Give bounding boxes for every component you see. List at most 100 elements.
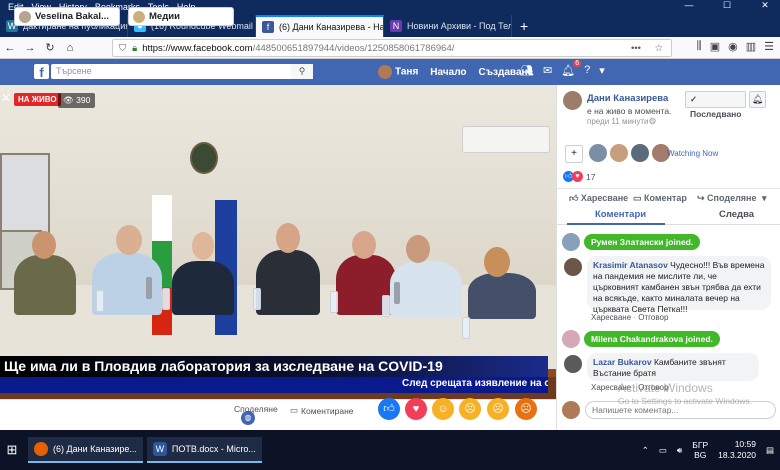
- library-icon[interactable]: ⫼: [697, 40, 702, 53]
- taskbar-word[interactable]: W ПОТВ.docx - Micro...: [146, 437, 262, 463]
- water-bottle: [253, 288, 261, 310]
- profile-link[interactable]: Таня: [378, 65, 418, 79]
- love-icon: ♥: [572, 171, 583, 182]
- news-ticker: След срещата изявление на с: [0, 377, 548, 393]
- watcher-avatar[interactable]: [589, 144, 607, 162]
- chat-chip-media[interactable]: Медии: [128, 7, 234, 26]
- close-video-icon[interactable]: ✕: [1, 91, 11, 105]
- windows-start-icon[interactable]: ⊞: [0, 442, 24, 458]
- comment-action[interactable]: ▭ Коментиране: [290, 405, 354, 416]
- tab-up-next[interactable]: Следва: [719, 209, 754, 220]
- tray-chevron-icon[interactable]: ⌃: [642, 445, 649, 456]
- fb-search-input[interactable]: Търсене ⚲: [51, 64, 313, 79]
- tab-facebook[interactable]: f (6) Дани Каназирева - Нач ✕: [256, 15, 384, 37]
- taskbar-firefox[interactable]: (6) Дани Каназире...: [28, 437, 143, 463]
- check-icon: ✓: [690, 94, 698, 104]
- bookmark-star-icon[interactable]: ☆: [654, 43, 663, 54]
- watching-now-label: Watching Now: [667, 149, 719, 158]
- system-tray: ⌃ ▭ 🔊︎ БГР BG 10:59 18.3.2020 ▤: [642, 430, 774, 470]
- fb-nav: Таня Начало Създаване: [378, 65, 533, 79]
- tab-news[interactable]: N Новини Архиви - Под Телето ✕: [384, 15, 512, 37]
- activate-windows-title: Activate Windows: [618, 381, 713, 395]
- comment-author[interactable]: Krasimir Atanasov: [593, 260, 668, 270]
- avatar: [133, 10, 145, 23]
- shield-icon: ⛉: [119, 42, 127, 54]
- share-button[interactable]: ↪ Споделяне: [697, 193, 757, 204]
- follow-button[interactable]: ✓ Последвано: [685, 91, 746, 119]
- sad-reaction-icon[interactable]: ☹: [487, 398, 509, 420]
- wow-reaction-icon[interactable]: ☹: [459, 398, 481, 420]
- like-button[interactable]: 👍︎ Харесване: [569, 193, 628, 204]
- page-name-link[interactable]: Дани Каназирева: [587, 93, 668, 104]
- like-reaction-icon[interactable]: 👍︎: [378, 398, 400, 420]
- account-icon[interactable]: ◉: [728, 40, 738, 53]
- avatar: [562, 232, 580, 251]
- page-avatar[interactable]: [563, 91, 582, 110]
- friends-icon[interactable]: 👥︎: [520, 64, 534, 77]
- toolbar-icons: ⫼ ▣ ◉ ▥ ☰: [697, 40, 774, 53]
- home-icon[interactable]: ⌂: [60, 42, 80, 54]
- microphone: [394, 282, 400, 304]
- clock-date: 18.3.2020: [718, 450, 756, 460]
- maximize-button[interactable]: ☐: [712, 0, 742, 13]
- tab-label: (6) Дани Каназирева - Нач: [279, 22, 384, 32]
- commenter-avatar[interactable]: [564, 258, 582, 276]
- comment-reply-link[interactable]: Отговор: [638, 313, 668, 322]
- minimize-button[interactable]: —: [674, 0, 704, 13]
- watcher-avatar[interactable]: [610, 144, 628, 162]
- notifications-icon[interactable]: 🔔︎ 6: [561, 60, 582, 77]
- extension-icon[interactable]: ▥: [746, 40, 756, 53]
- comment-author[interactable]: Lazar Bukarov: [593, 357, 652, 367]
- share-label: Споделяне: [234, 404, 278, 414]
- post-time[interactable]: преди 11 минути: [587, 117, 648, 126]
- comment-bubble: Lazar Bukarov Камбаните звънят Въстание …: [587, 353, 759, 381]
- haha-reaction-icon[interactable]: ☺: [432, 398, 454, 420]
- forward-icon[interactable]: →: [20, 42, 40, 54]
- clock[interactable]: 10:59 18.3.2020: [718, 439, 756, 461]
- person-head: [116, 225, 142, 255]
- tab-comments[interactable]: Коментари: [595, 209, 646, 220]
- messenger-icon[interactable]: ✉: [543, 64, 552, 77]
- add-friend-icon[interactable]: +: [565, 145, 583, 163]
- task-label: ПОТВ.docx - Micro...: [171, 444, 256, 454]
- fb-header-icons: 👥︎ ✉ 🔔︎ 6 ? ▾: [520, 60, 605, 77]
- sidebar-icon[interactable]: ▣: [710, 40, 720, 53]
- comment-button[interactable]: ▭ Коментар: [633, 193, 687, 204]
- live-video-player[interactable]: ✕ НА ЖИВО 👁︎ 390 Ще има ли в Пловдив лаб…: [0, 85, 556, 399]
- viewer-count: 👁︎ 390: [58, 93, 96, 108]
- like-label: Харесване: [580, 193, 629, 203]
- help-icon[interactable]: ?: [584, 64, 590, 77]
- reaction-selector-icon[interactable]: ▾: [762, 193, 767, 204]
- network-icon[interactable]: ▭: [659, 445, 667, 456]
- facebook-icon: f: [262, 21, 274, 33]
- person: [256, 250, 320, 315]
- facebook-logo-icon[interactable]: f: [34, 64, 49, 80]
- back-icon[interactable]: ←: [0, 42, 20, 54]
- page-actions-icon[interactable]: •••: [631, 43, 641, 54]
- globe-icon: ◍: [649, 116, 656, 125]
- commenter-avatar[interactable]: [564, 355, 582, 373]
- address-bar[interactable]: ⛉ 🔒︎ https://www.facebook.com/4485006518…: [112, 39, 672, 57]
- language-indicator[interactable]: БГР BG: [692, 440, 708, 460]
- action-center-icon[interactable]: ▤: [766, 445, 774, 456]
- watcher-avatar[interactable]: [631, 144, 649, 162]
- notify-button[interactable]: 🔔︎: [749, 91, 766, 108]
- share-action[interactable]: Споделяне: [234, 404, 278, 414]
- firefox-icon: [34, 442, 48, 456]
- account-menu-icon[interactable]: ▾: [599, 64, 605, 77]
- person: [172, 261, 234, 315]
- person-head: [192, 232, 214, 260]
- search-icon[interactable]: ⚲: [291, 64, 313, 79]
- angry-reaction-icon[interactable]: ☹: [515, 398, 537, 420]
- nav-home-link[interactable]: Начало: [430, 67, 466, 78]
- volume-icon[interactable]: 🔊︎: [677, 445, 682, 456]
- chat-chip-veselina[interactable]: Veselina Bakal...: [14, 7, 120, 26]
- reactions-count[interactable]: 17: [586, 172, 595, 182]
- close-window-button[interactable]: ✕: [750, 0, 780, 13]
- love-reaction-icon[interactable]: ♥: [405, 398, 427, 420]
- new-tab-icon[interactable]: +: [512, 18, 536, 37]
- nav-bar: ← → ↻ ⌂ ⛉ 🔒︎ https://www.facebook.com/44…: [0, 37, 780, 59]
- reload-icon[interactable]: ↻: [40, 41, 60, 54]
- comment-like-link[interactable]: Харесване: [591, 313, 631, 322]
- hamburger-menu-icon[interactable]: ☰: [764, 40, 774, 53]
